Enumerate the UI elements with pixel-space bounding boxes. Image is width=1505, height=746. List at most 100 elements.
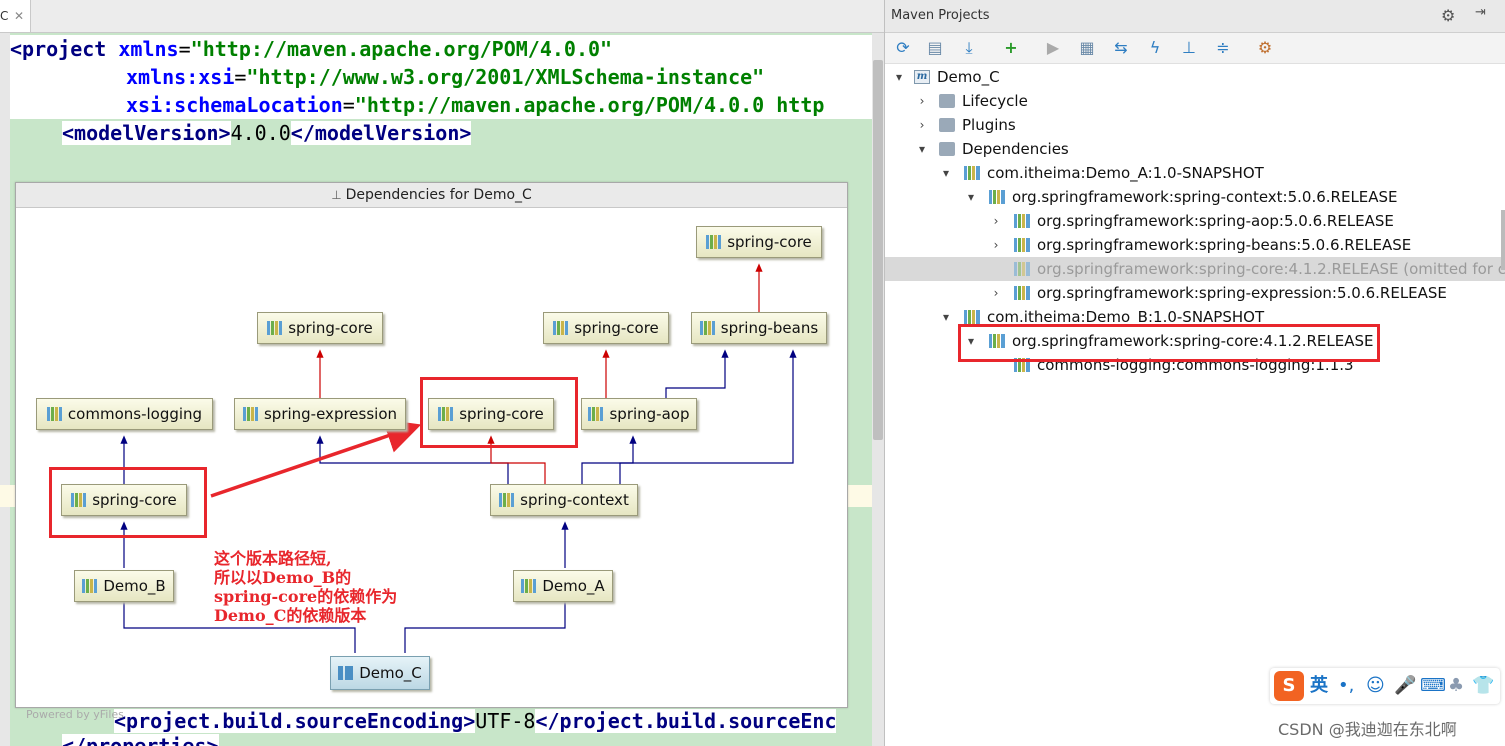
diagram-canvas[interactable]: spring-core spring-core spring-core spri… <box>16 208 847 721</box>
library-icon <box>1014 262 1030 276</box>
keyboard-icon[interactable]: ⌨ <box>1420 674 1446 698</box>
node-demo-c-root[interactable]: Demo_C <box>330 656 430 690</box>
ime-toolbar: S 英 •, ☺ 🎤 ⌨ ♣ 👕 <box>1270 668 1500 704</box>
library-icon <box>964 166 980 180</box>
library-icon <box>242 407 258 421</box>
diagram-edges <box>120 263 797 653</box>
node-demo-a[interactable]: Demo_A <box>513 570 613 602</box>
library-icon <box>1014 286 1030 300</box>
folder-icon <box>939 94 955 108</box>
code-line-4: <modelVersion>4.0.0</modelVersion> <box>62 121 472 145</box>
library-icon <box>989 190 1005 204</box>
sogou-logo-icon[interactable]: S <box>1274 671 1304 701</box>
node-spring-beans[interactable]: spring-beans <box>691 312 827 344</box>
chevron-right-icon[interactable]: › <box>989 281 1003 305</box>
chevron-down-icon[interactable]: ▾ <box>915 137 929 161</box>
powered-by-label: Powered by yFiles <box>26 708 124 721</box>
library-icon <box>699 321 715 335</box>
tree-row-spring-expression[interactable]: › org.springframework:spring-expression:5… <box>885 281 1505 305</box>
editor-tab-label: C <box>0 9 9 23</box>
reimport-icon[interactable]: ⟳ <box>893 38 913 58</box>
folder-icon <box>939 142 955 156</box>
run-icon[interactable]: ▶ <box>1043 38 1063 58</box>
ime-lang-icon[interactable]: 英 <box>1310 674 1328 698</box>
node-demo-b[interactable]: Demo_B <box>74 570 174 602</box>
maven-projects-panel[interactable]: Maven Projects ⚙ ⇥ ⟳ ▤ ⤓ + ▶ ▦ ⇆ ϟ ⊥ ≑ ⚙… <box>884 0 1505 746</box>
tree-row-spring-aop[interactable]: › org.springframework:spring-aop:5.0.6.RE… <box>885 209 1505 233</box>
mic-icon[interactable]: 🎤 <box>1394 674 1416 698</box>
tree-row-spring-core-omitted[interactable]: org.springframework:spring-core:4.1.2.RE… <box>885 257 1505 281</box>
watermark: CSDN @我迪迦在东北啊 <box>1278 720 1457 739</box>
chevron-down-icon[interactable]: ▾ <box>939 305 953 329</box>
diagram-title-bar[interactable]: ⊥ Dependencies for Demo_C <box>16 183 847 208</box>
edge-context-aop <box>581 435 637 490</box>
download-icon[interactable]: ⤓ <box>959 38 979 58</box>
tree-row-spring-context[interactable]: ▾ org.springframework:spring-context:5.0.… <box>885 185 1505 209</box>
library-icon <box>499 493 515 507</box>
editor-scroll-thumb[interactable] <box>873 60 883 440</box>
tree-row-plugins[interactable]: › Plugins <box>885 113 1505 137</box>
collapse-all-icon[interactable]: ≑ <box>1213 38 1233 58</box>
library-icon <box>588 407 604 421</box>
skip-tests-icon[interactable]: ϟ <box>1145 38 1165 58</box>
settings-icon[interactable]: ⚙ <box>1255 38 1275 58</box>
code-line-3: xsi:schemaLocation="http://maven.apache.… <box>10 91 872 119</box>
library-icon <box>82 579 98 593</box>
library-icon <box>553 321 569 335</box>
maven-module-icon: m <box>914 70 930 84</box>
tree-row-lifecycle[interactable]: › Lifecycle <box>885 89 1505 113</box>
library-icon <box>964 310 980 324</box>
tree-row-demo-c[interactable]: ▾ m Demo_C <box>885 65 1505 89</box>
library-icon <box>1014 214 1030 228</box>
code-line-6: </properties> <box>62 732 219 746</box>
maven-scrollbar[interactable] <box>1501 210 1505 270</box>
show-dependencies-icon[interactable]: ⊥ <box>1179 38 1199 58</box>
hide-panel-icon[interactable]: ⇥ <box>1475 5 1486 20</box>
chevron-down-icon[interactable]: ▾ <box>939 161 953 185</box>
tree-row-demo-a[interactable]: ▾ com.itheima:Demo_A:1.0-SNAPSHOT <box>885 161 1505 185</box>
node-commons-logging[interactable]: commons-logging <box>36 398 213 430</box>
code-line-1: <project xmlns="http://maven.apache.org/… <box>10 35 872 63</box>
library-icon <box>1014 238 1030 252</box>
close-icon[interactable]: ✕ <box>14 0 24 32</box>
editor-gutter <box>0 33 10 746</box>
chevron-right-icon[interactable]: › <box>915 89 929 113</box>
chevron-right-icon[interactable]: › <box>989 209 1003 233</box>
node-spring-core-aop[interactable]: spring-core <box>543 312 669 344</box>
execute-goal-icon[interactable]: ▦ <box>1077 38 1097 58</box>
chevron-down-icon[interactable]: ▾ <box>964 185 978 209</box>
ime-punct-icon[interactable]: •, <box>1338 674 1354 698</box>
tree-row-dependencies[interactable]: ▾ Dependencies <box>885 137 1505 161</box>
node-spring-expression[interactable]: spring-expression <box>234 398 406 430</box>
maven-panel-title: Maven Projects <box>891 8 990 23</box>
chevron-right-icon[interactable]: › <box>915 113 929 137</box>
skin-icon[interactable]: ♣ <box>1448 674 1464 698</box>
hierarchy-icon: ⊥ <box>331 188 342 202</box>
generate-sources-icon[interactable]: ▤ <box>925 38 945 58</box>
gear-icon[interactable]: ⚙ <box>1441 6 1455 25</box>
add-icon[interactable]: + <box>1001 38 1021 58</box>
diagram-title: Dependencies for Demo_C <box>345 187 532 203</box>
node-spring-core-expression[interactable]: spring-core <box>257 312 383 344</box>
editor-tab[interactable]: C ✕ <box>0 0 31 32</box>
library-icon <box>706 235 722 249</box>
module-icon <box>338 666 354 680</box>
tree-row-spring-beans[interactable]: › org.springframework:spring-beans:5.0.6.… <box>885 233 1505 257</box>
folder-icon <box>939 118 955 132</box>
library-icon <box>267 321 283 335</box>
dependencies-diagram-window[interactable]: ⊥ Dependencies for Demo_C spring-core sp… <box>15 182 848 721</box>
chevron-down-icon[interactable]: ▾ <box>892 65 906 89</box>
library-icon <box>46 407 62 421</box>
shirt-icon[interactable]: 👕 <box>1472 674 1494 698</box>
annotation-note: 这个版本路径短, 所以以Demo_B的 spring-core的依赖作为 Dem… <box>214 549 398 625</box>
highlight-box-direct-core <box>49 467 207 538</box>
library-icon <box>521 579 537 593</box>
node-spring-aop[interactable]: spring-aop <box>581 398 697 430</box>
maven-toolbar: ⟳ ▤ ⤓ + ▶ ▦ ⇆ ϟ ⊥ ≑ ⚙ <box>885 33 1505 64</box>
chevron-right-icon[interactable]: › <box>989 233 1003 257</box>
node-spring-core-top[interactable]: spring-core <box>696 226 822 258</box>
node-spring-context[interactable]: spring-context <box>490 484 638 516</box>
emoji-icon[interactable]: ☺ <box>1366 674 1385 698</box>
toggle-offline-icon[interactable]: ⇆ <box>1111 38 1131 58</box>
highlight-box-maven-core <box>958 324 1380 362</box>
